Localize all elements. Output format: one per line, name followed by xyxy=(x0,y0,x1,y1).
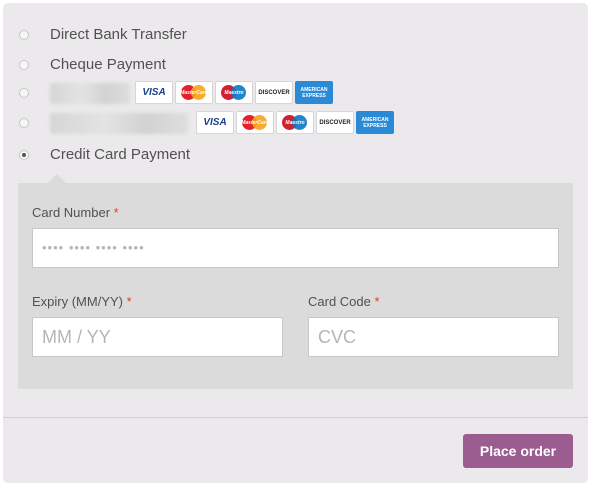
payment-method-label[interactable]: Direct Bank Transfer xyxy=(50,26,187,43)
payment-method-credit-card[interactable]: Credit Card Payment xyxy=(3,143,588,167)
card-code-label: Card Code * xyxy=(308,294,380,309)
mastercard-logo-icon: MasterCard xyxy=(175,81,213,104)
radio-cheque[interactable] xyxy=(19,60,29,70)
visa-logo-icon: VISA xyxy=(135,81,173,104)
payment-method-label[interactable]: Credit Card Payment xyxy=(50,146,190,163)
payment-method-cheque[interactable]: Cheque Payment xyxy=(3,53,588,77)
card-code-input[interactable]: CVC xyxy=(308,317,559,357)
amex-logo-icon: AMERICAN EXPRESS xyxy=(295,81,333,104)
divider xyxy=(3,417,588,418)
expiry-input[interactable]: MM / YY xyxy=(32,317,283,357)
credit-card-form: Card Number * •••• •••• •••• •••• Expiry… xyxy=(18,183,573,389)
visa-logo-icon: VISA xyxy=(196,111,234,134)
radio-credit-card[interactable] xyxy=(19,150,29,160)
card-number-input[interactable]: •••• •••• •••• •••• xyxy=(32,228,559,268)
required-asterisk: * xyxy=(126,294,132,309)
discover-logo-icon: DISCOVER xyxy=(255,81,293,104)
obscured-method-name xyxy=(50,83,130,104)
form-pointer-arrow xyxy=(48,174,66,183)
expiry-label: Expiry (MM/YY) * xyxy=(32,294,132,309)
payment-panel: Direct Bank Transfer Cheque Payment VISA… xyxy=(3,3,588,483)
payment-method-obscured-2[interactable]: VISA MasterCard Maestro DISCOVER AMERICA… xyxy=(3,111,588,135)
payment-method-bank-transfer[interactable]: Direct Bank Transfer xyxy=(3,23,588,47)
card-number-label: Card Number * xyxy=(32,205,119,220)
required-asterisk: * xyxy=(374,294,380,309)
radio-bank-transfer[interactable] xyxy=(19,30,29,40)
mastercard-logo-icon: MasterCard xyxy=(236,111,274,134)
radio-obscured-2[interactable] xyxy=(19,118,29,128)
place-order-button[interactable]: Place order xyxy=(463,434,573,468)
payment-method-obscured-1[interactable]: VISA MasterCard Maestro DISCOVER AMERICA… xyxy=(3,81,588,105)
required-asterisk: * xyxy=(113,205,119,220)
radio-obscured-1[interactable] xyxy=(19,88,29,98)
maestro-logo-icon: Maestro xyxy=(215,81,253,104)
maestro-logo-icon: Maestro xyxy=(276,111,314,134)
amex-logo-icon: AMERICAN EXPRESS xyxy=(356,111,394,134)
discover-logo-icon: DISCOVER xyxy=(316,111,354,134)
obscured-method-name xyxy=(50,113,188,134)
payment-method-label[interactable]: Cheque Payment xyxy=(50,56,166,73)
